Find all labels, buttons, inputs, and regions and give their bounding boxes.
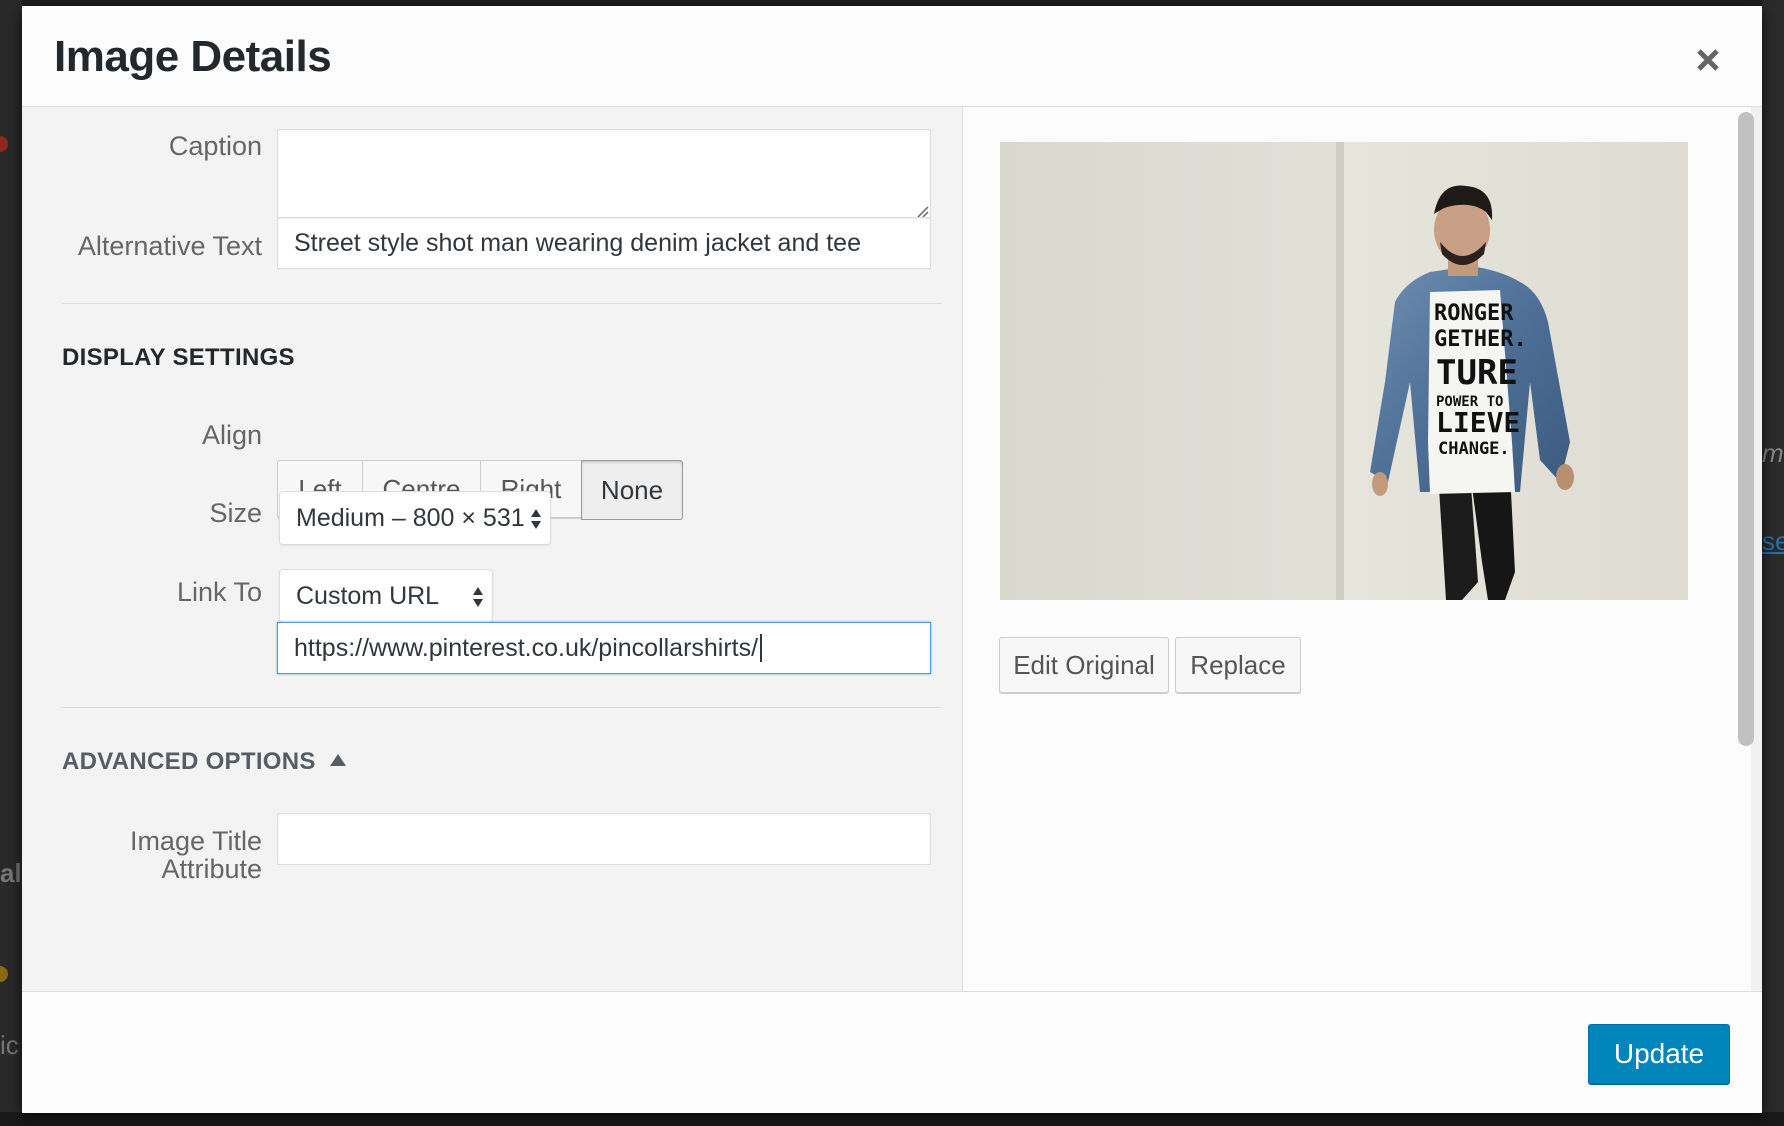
text-caret xyxy=(760,634,763,662)
shirt-text: LIEVE xyxy=(1436,406,1520,439)
advanced-options-toggle[interactable]: ADVANCED OPTIONS xyxy=(62,748,346,776)
edit-original-button[interactable]: Edit Original xyxy=(999,637,1169,693)
link-to-select-value: Custom URL xyxy=(296,581,440,610)
size-select-value: Medium – 800 × 531 xyxy=(296,503,525,532)
background-link: se xyxy=(1762,526,1784,556)
align-label: Align xyxy=(201,420,262,450)
image-settings-pane: Caption Alternative Text Street style sh… xyxy=(22,107,963,991)
link-to-select[interactable]: Custom URL xyxy=(279,569,493,623)
link-to-label: Link To xyxy=(176,577,262,607)
background-text: ic xyxy=(0,1030,19,1060)
resize-grip-icon[interactable] xyxy=(915,204,929,218)
image-title-label-line1: Image Title xyxy=(129,826,262,856)
shirt-text: GETHER. xyxy=(1434,327,1527,352)
image-details-modal: Image Details Caption Alternative Text S… xyxy=(22,6,1762,1113)
shirt-print: RONGER GETHER. TURE POWER TO LIEVE CHANG… xyxy=(1434,301,1527,459)
advanced-options-heading: ADVANCED OPTIONS xyxy=(62,748,316,775)
image-title-label-line2: Attribute xyxy=(161,854,262,884)
background-text: ma xyxy=(1762,438,1784,468)
background-page-bottom xyxy=(0,1112,1784,1126)
background-text: al xyxy=(0,858,22,888)
size-select[interactable]: Medium – 800 × 531 xyxy=(279,491,551,545)
background-page-left: al ic xyxy=(0,0,22,1126)
scrollbar-thumb[interactable] xyxy=(1738,112,1754,746)
custom-url-input[interactable]: https://www.pinterest.co.uk/pincollarshi… xyxy=(277,622,931,674)
street-style-photo: RONGER GETHER. TURE POWER TO LIEVE CHANG… xyxy=(1000,142,1688,600)
shirt-text: CHANGE. xyxy=(1438,439,1510,459)
caption-textarea[interactable] xyxy=(277,129,931,219)
alt-text-label: Alternative Text xyxy=(77,231,262,261)
image-title-input[interactable] xyxy=(277,813,931,865)
section-divider xyxy=(62,303,942,304)
modal-title: Image Details xyxy=(54,32,332,81)
close-button[interactable] xyxy=(1686,38,1730,82)
image-title-label: Image Title Attribute xyxy=(22,827,262,883)
notification-dot xyxy=(0,136,8,152)
attachment-preview-pane: RONGER GETHER. TURE POWER TO LIEVE CHANG… xyxy=(963,107,1762,991)
replace-button[interactable]: Replace xyxy=(1175,637,1301,693)
image-thumbnail: RONGER GETHER. TURE POWER TO LIEVE CHANG… xyxy=(1000,142,1688,600)
close-icon xyxy=(1697,49,1719,71)
align-none-button[interactable]: None xyxy=(581,460,683,520)
section-divider xyxy=(62,707,942,708)
modal-footer: Update xyxy=(22,991,1762,1113)
alt-text-value: Street style shot man wearing denim jack… xyxy=(294,228,861,257)
display-settings-heading: DISPLAY SETTINGS xyxy=(62,344,295,371)
updown-arrows-icon xyxy=(531,509,541,529)
updown-arrows-icon xyxy=(473,587,483,607)
shirt-text: TURE xyxy=(1436,353,1518,393)
update-button[interactable]: Update xyxy=(1588,1024,1730,1084)
notification-dot xyxy=(0,966,8,982)
caption-label: Caption xyxy=(168,131,262,161)
custom-url-value: https://www.pinterest.co.uk/pincollarshi… xyxy=(294,633,759,662)
modal-header: Image Details xyxy=(22,6,1762,107)
shirt-text: RONGER xyxy=(1434,301,1514,326)
size-label: Size xyxy=(209,498,262,528)
alt-text-input[interactable]: Street style shot man wearing denim jack… xyxy=(277,217,931,269)
background-page-right: ma se xyxy=(1762,0,1784,1126)
triangle-up-icon xyxy=(329,754,346,766)
